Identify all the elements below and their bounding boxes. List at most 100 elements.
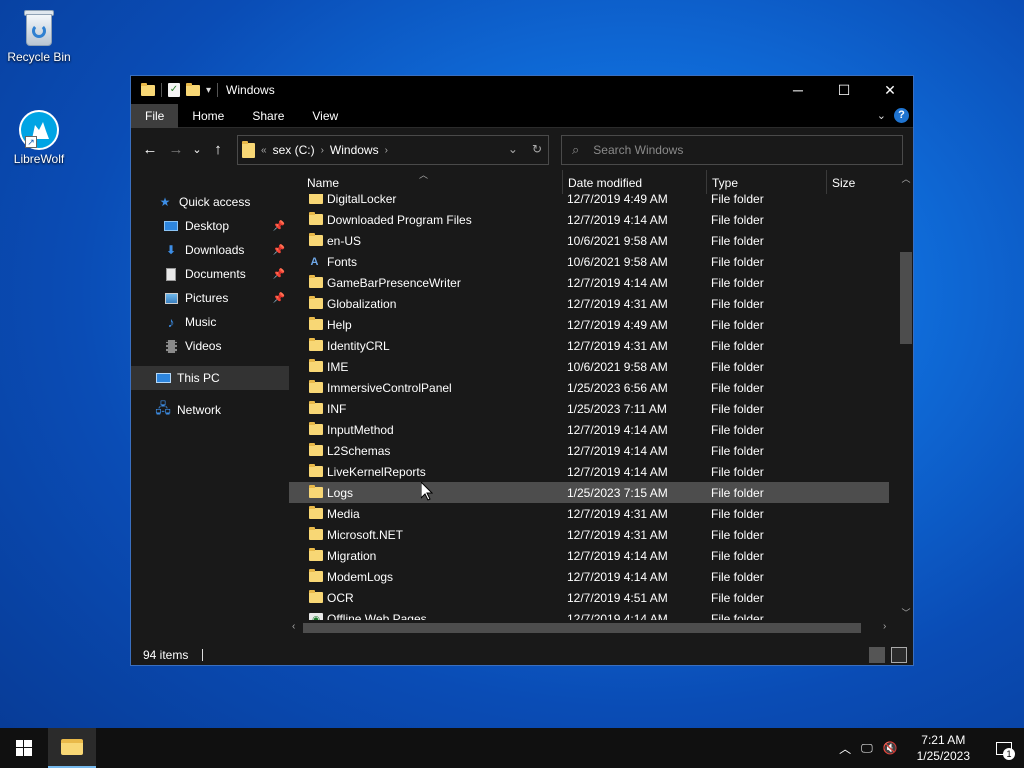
file-name: LiveKernelReports <box>327 464 426 479</box>
table-row[interactable]: GameBarPresenceWriter 12/7/2019 4:14 AM Fi… <box>289 272 889 293</box>
maximize-button[interactable]: ☐ <box>821 76 867 104</box>
sidebar-item-videos[interactable]: Videos <box>131 334 289 358</box>
table-row[interactable]: en-US 10/6/2021 9:58 AM File folder <box>289 230 889 251</box>
sidebar-item-music[interactable]: ♪ Music <box>131 310 289 334</box>
scroll-up-icon[interactable]: ︿ <box>900 172 912 185</box>
file-type: File folder <box>711 296 764 311</box>
scroll-thumb[interactable] <box>900 252 912 344</box>
scroll-down-icon[interactable]: ﹀ <box>900 606 912 619</box>
desktop-icon-label: Recycle Bin <box>7 50 71 64</box>
file-date-modified: 1/25/2023 7:11 AM <box>567 401 667 416</box>
customize-toolbar-icon[interactable]: ▾ <box>206 85 211 96</box>
tab-view[interactable]: View <box>298 104 352 128</box>
file-date-modified: 1/25/2023 6:56 AM <box>567 380 668 395</box>
table-row[interactable]: Downloaded Program Files 12/7/2019 4:14 A… <box>289 209 889 230</box>
network-status-icon[interactable]: 🖵 <box>861 741 873 756</box>
table-row[interactable]: ModemLogs 12/7/2019 4:14 AM File folder <box>289 566 889 587</box>
folder-icon <box>309 380 323 393</box>
help-icon[interactable]: ? <box>894 108 909 123</box>
sidebar-item-pictures[interactable]: Pictures 📌 <box>131 286 289 310</box>
large-icons-view-button[interactable] <box>891 647 907 663</box>
recent-locations-button[interactable]: ⌄ <box>189 143 205 156</box>
table-row[interactable]: ◉ Offline Web Pages 12/7/2019 4:14 AM File … <box>289 608 889 620</box>
fonts-folder-icon: A <box>310 256 319 268</box>
vertical-scrollbar[interactable]: ︿ ﹀ <box>897 170 913 620</box>
file-date-modified: 10/6/2021 9:58 AM <box>567 359 668 374</box>
new-folder-icon[interactable] <box>186 82 200 96</box>
refresh-icon[interactable]: ↻ <box>532 142 542 156</box>
file-type: File folder <box>711 317 764 332</box>
table-row[interactable]: Microsoft.NET 12/7/2019 4:31 AM File folde… <box>289 524 889 545</box>
table-row[interactable]: Logs 1/25/2023 7:15 AM File folder <box>289 482 889 503</box>
search-placeholder: Search Windows <box>593 143 684 157</box>
tab-share[interactable]: Share <box>238 104 298 128</box>
file-date-modified: 12/7/2019 4:14 AM <box>567 464 668 479</box>
show-hidden-icons-icon[interactable]: ︿ <box>839 740 851 757</box>
address-dropdown-icon[interactable]: ⌄ <box>508 142 518 156</box>
title-bar[interactable]: ✓ ▾ Windows ─ ☐ ✕ <box>131 76 913 104</box>
taskbar-file-explorer[interactable] <box>48 728 96 768</box>
network-icon: 🖧 <box>155 400 171 416</box>
table-row[interactable]: ImmersiveControlPanel 1/25/2023 6:56 AM Fi… <box>289 377 889 398</box>
tab-file[interactable]: File <box>131 103 179 128</box>
minimize-button[interactable]: ─ <box>775 76 821 104</box>
file-explorer-icon <box>61 739 83 755</box>
table-row[interactable]: IME 10/6/2021 9:58 AM File folder <box>289 356 889 377</box>
table-row[interactable]: DigitalLocker 12/7/2019 4:49 AM File folde… <box>289 194 889 209</box>
search-box[interactable]: ⌕ Search Windows <box>561 135 903 165</box>
star-icon: ★ <box>159 195 171 209</box>
table-row[interactable]: Media 12/7/2019 4:31 AM File folder <box>289 503 889 524</box>
column-type[interactable]: Type <box>712 176 738 190</box>
clock[interactable]: 7:21 AM 1/25/2023 <box>917 732 970 764</box>
table-row[interactable]: L2Schemas 12/7/2019 4:14 AM File folder <box>289 440 889 461</box>
volume-muted-icon[interactable]: 🔇 <box>883 741 898 755</box>
file-name: OCR <box>327 590 354 605</box>
close-button[interactable]: ✕ <box>867 76 913 104</box>
expand-ribbon-icon[interactable]: ⌄ <box>877 109 886 122</box>
desktop-icon-librewolf[interactable]: ↗ LibreWolf <box>1 110 77 166</box>
table-row[interactable]: InputMethod 12/7/2019 4:14 AM File folder <box>289 419 889 440</box>
table-row[interactable]: Help 12/7/2019 4:49 AM File folder <box>289 314 889 335</box>
chevron-right-icon[interactable]: › <box>385 145 388 156</box>
file-name: Migration <box>327 548 377 563</box>
scroll-left-icon[interactable]: ‹ <box>292 621 295 632</box>
address-bar[interactable]: « sex (C:) › Windows › ⌄ ↻ <box>237 135 549 165</box>
table-row[interactable]: LiveKernelReports 12/7/2019 4:14 AM File f… <box>289 461 889 482</box>
table-row[interactable]: IdentityCRL 12/7/2019 4:31 AM File folder <box>289 335 889 356</box>
ribbon-tabs: File Home Share View ⌄ ? <box>131 103 913 128</box>
navigation-pane: ★ Quick access Desktop 📌 ⬇ Downloads 📌 D… <box>131 170 289 644</box>
details-view-button[interactable] <box>869 647 885 663</box>
table-row[interactable]: OCR 12/7/2019 4:51 AM File folder <box>289 587 889 608</box>
sidebar-item-this-pc[interactable]: This PC <box>131 366 289 390</box>
desktop-icon-recycle-bin[interactable]: Recycle Bin <box>1 8 77 64</box>
scroll-right-icon[interactable]: › <box>883 621 886 632</box>
sidebar-item-desktop[interactable]: Desktop 📌 <box>131 214 289 238</box>
sidebar-item-downloads[interactable]: ⬇ Downloads 📌 <box>131 238 289 262</box>
breadcrumb-windows[interactable]: Windows <box>330 143 379 157</box>
table-row[interactable]: INF 1/25/2023 7:11 AM File folder <box>289 398 889 419</box>
forward-button[interactable]: → <box>163 141 189 158</box>
chevron-right-icon[interactable]: › <box>321 145 324 156</box>
table-row[interactable]: A Fonts 10/6/2021 9:58 AM File folder <box>289 251 889 272</box>
properties-icon[interactable]: ✓ <box>168 83 180 97</box>
up-button[interactable]: ↑ <box>205 141 231 158</box>
table-row[interactable]: Globalization 12/7/2019 4:31 AM File folde… <box>289 293 889 314</box>
sidebar-item-quick-access[interactable]: ★ Quick access <box>131 190 289 214</box>
scroll-thumb[interactable] <box>303 623 861 633</box>
breadcrumb-drive[interactable]: sex (C:) <box>273 143 315 157</box>
notification-count-badge: 1 <box>1003 748 1015 760</box>
column-date-modified[interactable]: Date modified <box>568 176 642 190</box>
start-button[interactable] <box>0 728 48 768</box>
overflow-chevron-icon[interactable]: « <box>261 145 267 156</box>
sidebar-item-network[interactable]: 🖧 Network <box>131 398 289 422</box>
horizontal-scrollbar[interactable]: ‹ › <box>289 620 897 636</box>
sidebar-item-label: Videos <box>185 339 222 353</box>
table-row[interactable]: Migration 12/7/2019 4:14 AM File folder <box>289 545 889 566</box>
sidebar-item-documents[interactable]: Documents 📌 <box>131 262 289 286</box>
tab-home[interactable]: Home <box>178 104 238 128</box>
file-type: File folder <box>711 506 764 521</box>
column-name[interactable]: Name <box>307 176 339 190</box>
action-center-button[interactable]: 1 <box>984 728 1024 768</box>
back-button[interactable]: ← <box>137 141 163 158</box>
column-size[interactable]: Size <box>832 176 855 190</box>
